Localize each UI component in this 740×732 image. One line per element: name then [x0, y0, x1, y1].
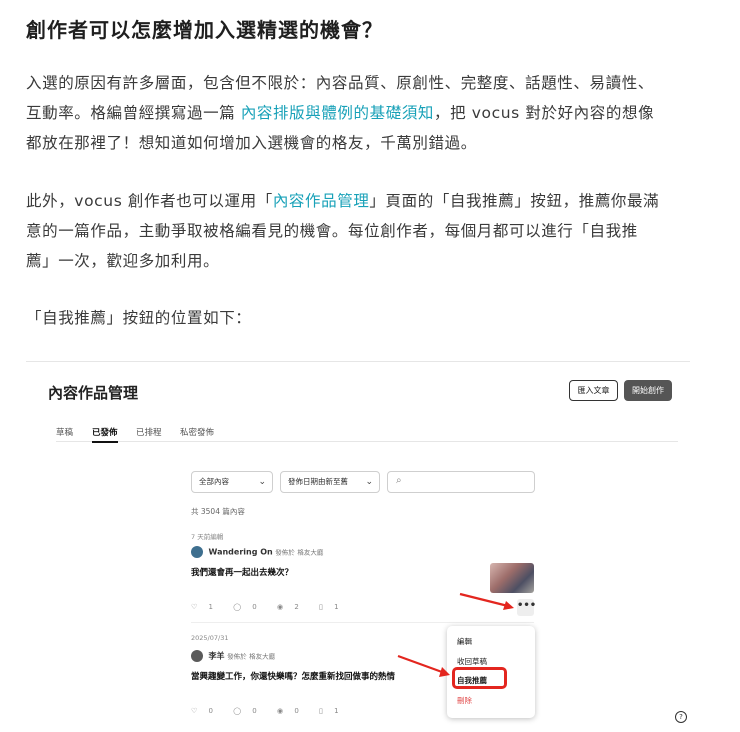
publication-name[interactable]: 格友大廳: [297, 549, 323, 557]
view-stat: ◉ 2: [277, 603, 308, 611]
bookmark-icon: ▯: [319, 603, 323, 611]
content-filter-select[interactable]: 全部內容 ⌄: [191, 471, 273, 493]
p2-line1: 此外，vocus 創作者也可以運用「內容作品管理」頁面的「自我推薦」按鈕，推薦你…: [26, 186, 706, 216]
menu-item-delete[interactable]: 刪除: [457, 695, 472, 706]
total-count: 共 3504 篇內容: [191, 507, 245, 516]
comment-stat: ◯ 0: [233, 603, 266, 611]
p1-line2-tail: ，把 vocus 對於好內容的想像: [434, 104, 655, 122]
article-heading: 創作者可以怎麼增加入選精選的機會？: [26, 18, 383, 42]
post-stats: ♡ 1 ◯ 0 ◉ 2 ▯ 1: [191, 603, 357, 611]
p2-line1-tail: 」頁面的「自我推薦」按鈕，推薦你最滿: [369, 192, 660, 210]
arrow-to-more-button: [459, 592, 514, 610]
help-icon[interactable]: ?: [675, 711, 687, 723]
post-author-row: Wandering On 發佈於 格友大廳: [191, 546, 323, 558]
screenshot-page-title: 內容作品管理: [48, 384, 139, 402]
p2-line1-text: 此外，vocus 創作者也可以運用「: [26, 192, 273, 210]
eye-icon: ◉: [277, 603, 284, 611]
post-title[interactable]: 我們還會再一起出去幾次？: [191, 566, 481, 578]
sort-value: 發佈日期由新至舊: [288, 477, 348, 486]
layout-guide-link[interactable]: 內容排版與體例的基礎須知: [241, 104, 434, 122]
like-stat: ♡ 0: [191, 707, 222, 715]
like-count: 0: [208, 707, 213, 715]
save-count: 1: [334, 707, 339, 715]
tab-private[interactable]: 私密發佈: [180, 426, 214, 438]
like-stat: ♡ 1: [191, 603, 222, 611]
post-author-row: 李羊 發佈於 格友大廳: [191, 650, 275, 662]
save-count: 1: [334, 603, 339, 611]
sort-select[interactable]: 發佈日期由新至舊 ⌄: [280, 471, 380, 493]
tab-scheduled[interactable]: 已排程: [136, 426, 162, 438]
post-time: 2025/07/31: [191, 634, 229, 642]
content-filter-value: 全部內容: [199, 477, 229, 486]
avatar: [191, 650, 203, 662]
post-stats: ♡ 0 ◯ 0 ◉ 0 ▯ 1: [191, 707, 357, 715]
publication-name[interactable]: 格友大廳: [249, 653, 275, 661]
search-input[interactable]: ⌕: [387, 471, 535, 493]
post-thumbnail: [490, 563, 534, 593]
self-recommend-highlight: [452, 667, 507, 689]
content-management-screenshot: 內容作品管理 匯入文章 開始創作 草稿 已發佈 已排程 私密發佈 全部內容 ⌄ …: [26, 361, 690, 732]
comment-count: 0: [252, 603, 257, 611]
view-stat: ◉ 0: [277, 707, 308, 715]
chevron-down-icon: ⌄: [365, 477, 373, 487]
status-tabs: 草稿 已發佈 已排程 私密發佈: [56, 424, 678, 443]
paragraph-button-location: 「自我推薦」按鈕的位置如下：: [26, 309, 252, 327]
more-options-button[interactable]: •••: [517, 599, 536, 616]
heart-icon: ♡: [191, 603, 198, 611]
view-count: 0: [294, 707, 299, 715]
comment-count: 0: [252, 707, 257, 715]
menu-item-revert-draft[interactable]: 收回草稿: [457, 656, 487, 667]
tab-published[interactable]: 已發佈: [92, 426, 118, 443]
p2-line2: 意的一篇作品，主動爭取被格編看見的機會。每位創作者，每個月都可以進行「自我推: [26, 222, 638, 240]
search-icon: ⌕: [396, 475, 402, 486]
save-stat: ▯ 1: [319, 603, 348, 611]
author-name[interactable]: Wandering On: [209, 548, 273, 557]
p1-line1: 入選的原因有許多層面，包含但不限於：內容品質、原創性、完整度、話題性、易讀性、: [26, 74, 654, 92]
tab-drafts[interactable]: 草稿: [56, 426, 73, 438]
chevron-down-icon: ⌄: [258, 477, 266, 487]
comment-icon: ◯: [233, 603, 242, 611]
content-management-link[interactable]: 內容作品管理: [273, 192, 370, 210]
p1-line2-text: 互動率。格編曾經撰寫過一篇: [26, 104, 241, 122]
published-in-label: 發佈於: [275, 548, 295, 557]
bookmark-icon: ▯: [319, 707, 323, 715]
paragraph-self-recommend: 此外，vocus 創作者也可以運用「內容作品管理」頁面的「自我推薦」按鈕，推薦你…: [26, 186, 706, 276]
p1-line2: 互動率。格編曾經撰寫過一篇 內容排版與體例的基礎須知，把 vocus 對於好內容…: [26, 98, 706, 128]
view-count: 2: [294, 603, 299, 611]
avatar: [191, 546, 203, 558]
p2-line3: 薦」一次，歡迎多加利用。: [26, 252, 220, 270]
start-create-button[interactable]: 開始創作: [624, 380, 672, 401]
post-divider: [191, 622, 534, 623]
menu-item-edit[interactable]: 編輯: [457, 636, 472, 647]
post-time: 7 天前編輯: [191, 533, 224, 541]
author-name[interactable]: 李羊: [209, 652, 225, 661]
paragraph-selection-criteria: 入選的原因有許多層面，包含但不限於：內容品質、原創性、完整度、話題性、易讀性、 …: [26, 68, 706, 158]
published-in-label: 發佈於: [227, 652, 247, 661]
p1-line3: 都放在那裡了！想知道如何增加入選機會的格友，千萬別錯過。: [26, 134, 477, 152]
comment-icon: ◯: [233, 707, 242, 715]
like-count: 1: [208, 603, 213, 611]
heart-icon: ♡: [191, 707, 198, 715]
import-article-button[interactable]: 匯入文章: [569, 380, 618, 401]
arrow-to-self-recommend: [397, 654, 450, 677]
save-stat: ▯ 1: [319, 707, 348, 715]
comment-stat: ◯ 0: [233, 707, 266, 715]
eye-icon: ◉: [277, 707, 284, 715]
